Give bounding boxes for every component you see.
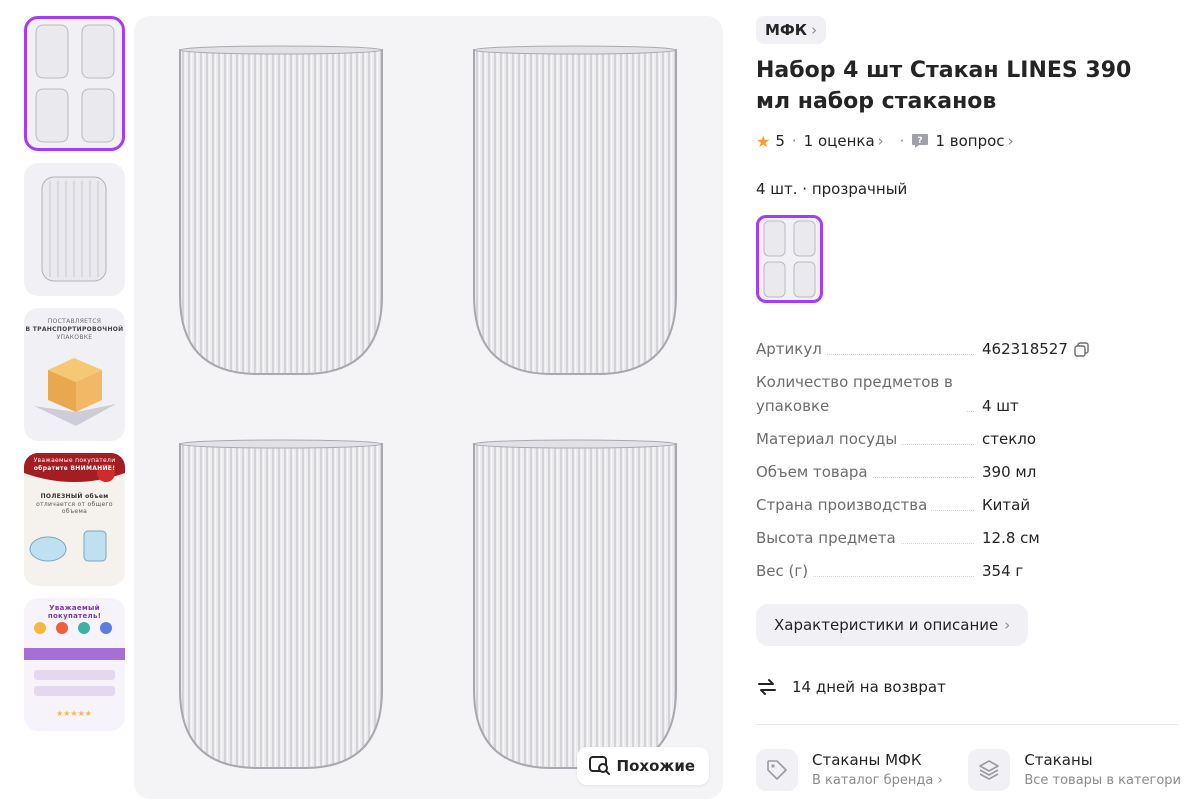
similar-button[interactable]: Похожие [576, 747, 709, 785]
glass-3 [179, 439, 383, 769]
tag-icon [756, 749, 798, 791]
questions-link[interactable]: 1 вопрос [935, 132, 1004, 150]
thumbnail-packaging[interactable]: ПОСТАВЛЯЕТСЯ В ТРАНСПОРТИРОВОЧНОЙ УПАКОВ… [24, 308, 125, 441]
param-quantity: Количество предметов в упаковке 4 шт [756, 370, 1096, 418]
variant-label: 4 шт. · прозрачный [756, 180, 908, 198]
variant-swatch-selected[interactable] [756, 215, 823, 303]
param-value: Китай [982, 496, 1031, 514]
glass-1 [179, 45, 383, 375]
glasses-photo [179, 45, 677, 769]
brand-card-subtitle: В каталог бренда [812, 773, 934, 788]
returns-info: 14 дней на возврат [756, 672, 1181, 702]
chevron-right-icon: › [811, 21, 818, 39]
svg-text:?: ? [918, 136, 923, 146]
notice-line-3: ПОЛЕЗНЫЙ объем [40, 493, 109, 500]
chevron-right-icon: › [877, 132, 884, 150]
returns-text: 14 дней на возврат [792, 678, 946, 696]
param-name: Артикул [756, 337, 826, 361]
param-name: Страна производства [756, 493, 932, 517]
product-title: Набор 4 шт Стакан LINES 390 мл набор ста… [756, 58, 1132, 114]
param-name: Количество предметов в упаковке [756, 370, 966, 418]
brand-category-cards: Стаканы МФК В каталог бренда › Стаканы В… [756, 749, 1181, 791]
separator-dot: · [791, 132, 797, 150]
divider [756, 724, 1178, 725]
thumbnail-volume-notice[interactable]: Уважаемые покупатели обратите ВНИМАНИЕ! … [24, 453, 125, 586]
reviews-link[interactable]: 1 оценка [804, 132, 875, 150]
single-glass-image [41, 176, 107, 282]
param-value: 462318527 [982, 340, 1068, 358]
image-search-icon [588, 756, 610, 775]
glasses-set-image [35, 24, 115, 143]
chevron-right-icon: › [1004, 616, 1011, 634]
product-params: Артикул 462318527 Количество предметов в… [756, 337, 1096, 583]
param-name: Высота предмета [756, 526, 900, 550]
param-name: Материал посуды [756, 427, 902, 451]
notice-line-2: обратите ВНИМАНИЕ! [33, 465, 116, 472]
param-value: 12.8 см [982, 529, 1040, 547]
thumbnail-single[interactable] [24, 163, 125, 296]
category-card[interactable]: Стаканы Все товары в категори [968, 749, 1181, 791]
notice-line-1: Уважаемые покупатели [33, 457, 116, 464]
param-value: 390 мл [982, 463, 1037, 481]
chevron-right-icon: › [1007, 132, 1014, 150]
layers-icon [968, 749, 1011, 791]
param-value: стекло [982, 430, 1037, 448]
copy-icon[interactable] [1074, 341, 1089, 357]
brand-name: МФК [765, 21, 808, 39]
glass-4 [473, 439, 677, 769]
characteristics-label: Характеристики и описание [774, 616, 999, 634]
param-value: 4 шт [982, 397, 1019, 415]
variant-glasses-image [763, 220, 816, 298]
param-country: Страна производства Китай [756, 493, 1096, 517]
thumbnail-buyer-info[interactable]: Уважаемый покупатель! ★★★★★ [24, 598, 125, 731]
thumbnail-list: ПОСТАВЛЯЕТСЯ В ТРАНСПОРТИРОВОЧНОЙ УПАКОВ… [24, 16, 127, 743]
product-info: МФК › Набор 4 шт Стакан LINES 390 мл наб… [756, 16, 1181, 791]
brand-catalog-card[interactable]: Стаканы МФК В каталог бренда › [756, 749, 968, 791]
category-card-subtitle: Все товары в категори [1024, 773, 1181, 788]
param-material: Материал посуды стекло [756, 427, 1096, 451]
box-image [34, 358, 116, 426]
brand-link[interactable]: МФК › [756, 16, 827, 44]
param-height: Высота предмета 12.8 см [756, 526, 1096, 550]
glass-2 [473, 45, 677, 375]
param-name: Объем товара [756, 460, 872, 484]
param-name: Вес (г) [756, 559, 813, 583]
question-bubble-icon: ? [912, 134, 929, 148]
star-icon: ★ [756, 131, 771, 151]
similar-label: Похожие [616, 757, 695, 775]
param-weight: Вес (г) 354 г [756, 559, 1096, 583]
param-volume: Объем товара 390 мл [756, 460, 1096, 484]
notice-line-4: отличается от общего объема [36, 501, 113, 515]
thumbnail-set[interactable] [24, 16, 125, 151]
category-card-title: Стаканы [1024, 751, 1093, 769]
main-product-image[interactable]: Похожие [134, 16, 723, 799]
rating-value: 5 [775, 132, 785, 150]
return-arrows-icon [758, 679, 776, 695]
param-article: Артикул 462318527 [756, 337, 1096, 361]
chevron-right-icon: › [937, 773, 943, 788]
param-value: 354 г [982, 562, 1024, 580]
buyer-info-graphic: ★★★★★ [24, 622, 125, 718]
separator-dot: · [899, 132, 905, 150]
rating-row: ★ 5 · 1 оценка › · ? 1 вопрос › [756, 129, 1181, 153]
notice-banner [24, 453, 125, 562]
characteristics-button[interactable]: Характеристики и описание › [756, 604, 1029, 646]
svg-text:★★★★★: ★★★★★ [56, 709, 92, 718]
brand-card-title: Стаканы МФК [812, 751, 922, 769]
